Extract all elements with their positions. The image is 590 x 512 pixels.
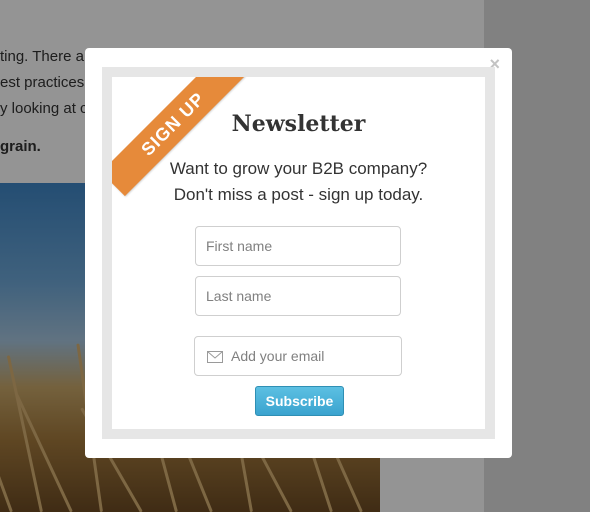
first-name-field[interactable]: [195, 226, 401, 266]
newsletter-modal: × SIGN UP Newsletter Want to grow your B…: [85, 48, 512, 458]
modal-frame: SIGN UP Newsletter Want to grow your B2B…: [102, 67, 495, 439]
subtitle-line: Want to grow your B2B company?: [169, 159, 428, 178]
modal-title: Newsletter: [231, 111, 366, 137]
subscribe-button[interactable]: Subscribe: [255, 386, 344, 416]
email-field[interactable]: [225, 337, 395, 375]
modal-subtitle: Want to grow your B2B company? Don't mis…: [112, 156, 485, 208]
modal-content: SIGN UP Newsletter Want to grow your B2B…: [112, 77, 485, 429]
email-field-wrapper[interactable]: [194, 336, 402, 376]
last-name-field[interactable]: [195, 276, 401, 316]
subtitle-line: Don't miss a post - sign up today.: [173, 185, 424, 204]
envelope-icon: [207, 351, 223, 363]
